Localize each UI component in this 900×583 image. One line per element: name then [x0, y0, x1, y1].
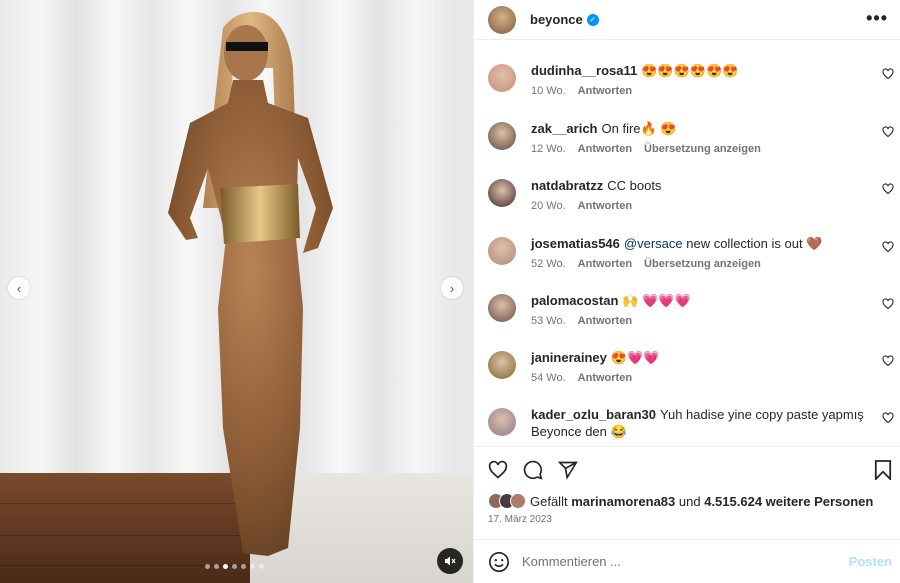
carousel-dot — [232, 564, 237, 569]
comment-meta: 53 Wo. Antworten — [531, 313, 866, 330]
liker-username[interactable]: marinamorena83 — [571, 494, 675, 509]
comment-body: josematias546 @versace new collection is … — [531, 235, 866, 273]
comment-text: 😍😍😍😍😍😍 — [641, 63, 739, 78]
comment-body: kader_ozlu_baran30 Yuh hadise yine copy p… — [531, 406, 866, 440]
reply-button[interactable]: Antworten — [578, 372, 632, 384]
comment-meta: 52 Wo. Antworten Übersetzung anzeigen — [531, 256, 866, 273]
comment-time[interactable]: 52 Wo. — [531, 258, 566, 270]
comment-composer: Posten — [474, 539, 900, 583]
comment-like-heart-icon[interactable] — [882, 412, 894, 424]
commenter-avatar[interactable] — [488, 294, 516, 322]
commenter-username[interactable]: dudinha__rosa11 — [531, 63, 637, 78]
comment-like-heart-icon[interactable] — [882, 298, 894, 310]
comment-time[interactable]: 20 Wo. — [531, 200, 566, 212]
translate-button[interactable]: Übersetzung anzeigen — [644, 258, 761, 270]
carousel-dots — [205, 564, 264, 569]
carousel-dot — [223, 564, 228, 569]
comment-text: new collection is out 🤎 — [682, 236, 823, 251]
comment-text: On fire🔥 😍 — [601, 121, 677, 136]
comment-bubble-icon[interactable] — [523, 460, 543, 480]
comment-input[interactable] — [522, 554, 822, 569]
author-avatar[interactable] — [488, 5, 516, 34]
commenter-username[interactable]: josematias546 — [531, 236, 620, 251]
liker-avatar — [510, 493, 526, 509]
comment-like-heart-icon[interactable] — [882, 355, 894, 367]
comment-mention[interactable]: @versace — [624, 236, 683, 251]
comment-like-heart-icon[interactable] — [882, 183, 894, 195]
commenter-avatar[interactable] — [488, 179, 516, 207]
comment-text: CC boots — [607, 178, 662, 193]
reply-button[interactable]: Antworten — [578, 200, 632, 212]
bookmark-save-icon[interactable] — [874, 460, 892, 480]
reply-button[interactable]: Antworten — [578, 143, 632, 155]
post-date[interactable]: 17. März 2023 — [488, 514, 552, 525]
carousel-next-button[interactable]: › — [441, 277, 463, 299]
commenter-username[interactable]: palomacostan — [531, 293, 618, 308]
post-sidebar: beyonce ✓ ••• dudinha__rosa11 😍😍😍😍😍😍 10 W… — [473, 0, 900, 583]
comment-time[interactable]: 10 Wo. — [531, 85, 566, 97]
comment-time[interactable]: 53 Wo. — [531, 315, 566, 327]
post-photo-figure — [168, 12, 333, 556]
translate-button[interactable]: Übersetzung anzeigen — [644, 143, 761, 155]
emoji-icon[interactable] — [488, 551, 510, 573]
comment-body: palomacostan 🙌 💗💗💗 53 Wo. Antworten — [531, 292, 866, 330]
commenter-avatar[interactable] — [488, 64, 516, 92]
commenter-avatar[interactable] — [488, 408, 516, 436]
comment-like-heart-icon[interactable] — [882, 126, 894, 138]
likes-text: Gefällt marinamorena83 und 4.515.624 wei… — [530, 493, 874, 509]
reply-button[interactable]: Antworten — [578, 258, 632, 270]
comment-meta: 54 Wo. Antworten — [531, 370, 866, 387]
verified-badge-icon: ✓ — [586, 13, 599, 26]
likes-summary[interactable]: Gefällt marinamorena83 und 4.515.624 wei… — [488, 493, 892, 509]
commenter-avatar[interactable] — [488, 237, 516, 265]
commenter-username[interactable]: janinerainey — [531, 350, 607, 365]
comment-body: natdabratzz CC boots 20 Wo. Antworten — [531, 177, 866, 215]
comment-time[interactable]: 54 Wo. — [531, 372, 566, 384]
commenter-avatar[interactable] — [488, 351, 516, 379]
comment-body: zak__arich On fire🔥 😍 12 Wo. Antworten Über… — [531, 120, 866, 158]
mute-button[interactable] — [437, 548, 463, 574]
carousel-dot — [214, 564, 219, 569]
comment-meta: 20 Wo. Antworten — [531, 198, 866, 215]
post-media[interactable]: ‹ › — [0, 0, 473, 583]
commenter-avatar[interactable] — [488, 122, 516, 150]
speaker-muted-icon — [445, 556, 456, 566]
commenter-username[interactable]: natdabratzz — [531, 178, 603, 193]
comment-like-heart-icon[interactable] — [882, 68, 894, 80]
reply-button[interactable]: Antworten — [578, 85, 632, 97]
more-options-icon[interactable]: ••• — [866, 8, 888, 29]
likes-count[interactable]: 4.515.624 weitere Personen — [704, 494, 873, 509]
comment-text: 😍💗💗 — [610, 350, 660, 365]
carousel-dot — [250, 564, 255, 569]
action-bar — [474, 446, 900, 491]
share-send-icon[interactable] — [558, 460, 578, 480]
comment-body: dudinha__rosa11 😍😍😍😍😍😍 10 Wo. Antworten — [531, 62, 866, 100]
commenter-username[interactable]: kader_ozlu_baran30 — [531, 407, 656, 422]
comment-meta: 10 Wo. Antworten — [531, 83, 866, 100]
commenter-username[interactable]: zak__arich — [531, 121, 598, 136]
carousel-dot — [241, 564, 246, 569]
carousel-dot — [259, 564, 264, 569]
comment-like-heart-icon[interactable] — [882, 241, 894, 253]
carousel-dot — [205, 564, 210, 569]
comment-list: dudinha__rosa11 😍😍😍😍😍😍 10 Wo. Antworten za… — [474, 40, 900, 446]
carousel-prev-button[interactable]: ‹ — [8, 277, 30, 299]
post-header: beyonce ✓ ••• — [474, 0, 900, 40]
comment-meta: 12 Wo. Antworten Übersetzung anzeigen — [531, 141, 866, 158]
post-comment-button[interactable]: Posten — [849, 554, 892, 569]
comment-time[interactable]: 12 Wo. — [531, 143, 566, 155]
reply-button[interactable]: Antworten — [578, 315, 632, 327]
comment-body: janinerainey 😍💗💗 54 Wo. Antworten — [531, 349, 866, 387]
like-heart-icon[interactable] — [488, 460, 508, 480]
comment-text: 🙌 💗💗💗 — [622, 293, 691, 308]
author-username[interactable]: beyonce — [530, 12, 583, 27]
